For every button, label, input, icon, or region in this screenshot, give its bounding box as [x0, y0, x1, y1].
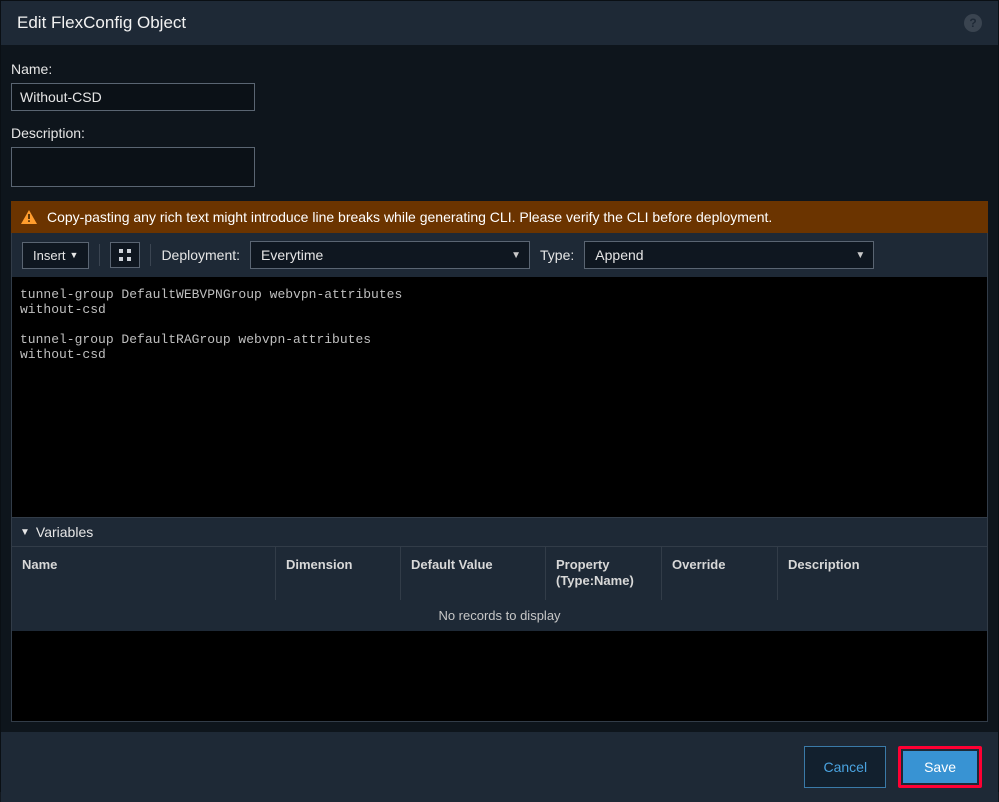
name-field-group: Name:: [11, 61, 988, 111]
cancel-button[interactable]: Cancel: [804, 746, 886, 788]
name-label: Name:: [11, 61, 988, 77]
type-label: Type:: [540, 247, 574, 263]
warning-icon: [21, 210, 37, 224]
expand-icon: [118, 248, 132, 262]
col-override: Override: [662, 547, 778, 600]
cli-editor[interactable]: tunnel-group DefaultWEBVPNGroup webvpn-a…: [11, 277, 988, 517]
toolbar-divider: [150, 244, 151, 266]
insert-button-label: Insert: [33, 248, 66, 263]
dialog-title-bar: Edit FlexConfig Object ?: [1, 1, 998, 45]
col-dimension: Dimension: [276, 547, 401, 600]
warning-bar: Copy-pasting any rich text might introdu…: [11, 201, 988, 233]
editor-toolbar: Insert ▼ Deployment: Everytime ▼ Type:: [11, 233, 988, 277]
variables-table-body: [12, 631, 987, 721]
deployment-select[interactable]: Everytime ▼: [250, 241, 530, 269]
help-icon[interactable]: ?: [964, 14, 982, 32]
col-default-value: Default Value: [401, 547, 546, 600]
save-button-highlight: Save: [898, 746, 982, 788]
col-description: Description: [778, 547, 987, 600]
description-label: Description:: [11, 125, 988, 141]
col-property: Property (Type:Name): [546, 547, 662, 600]
variables-table: Name Dimension Default Value Property (T…: [11, 546, 988, 722]
save-button[interactable]: Save: [903, 751, 977, 783]
warning-text: Copy-pasting any rich text might introdu…: [47, 209, 772, 225]
disclosure-triangle-icon: ▼: [20, 527, 30, 538]
expand-editor-button[interactable]: [110, 242, 140, 268]
toolbar-divider: [99, 244, 100, 266]
type-select[interactable]: Append ▼: [584, 241, 874, 269]
variables-section-title: Variables: [36, 524, 93, 540]
variables-section-header[interactable]: ▼ Variables: [11, 517, 988, 546]
caret-down-icon: ▼: [70, 250, 79, 260]
type-value: Append: [585, 247, 847, 263]
description-field-group: Description:: [11, 125, 988, 187]
deployment-value: Everytime: [251, 247, 503, 263]
name-input[interactable]: [11, 83, 255, 111]
deployment-label: Deployment:: [161, 247, 240, 263]
description-input[interactable]: [11, 147, 255, 187]
dialog-title: Edit FlexConfig Object: [17, 13, 186, 33]
caret-down-icon: ▼: [503, 250, 529, 261]
edit-flexconfig-dialog: Edit FlexConfig Object ? Name: Descripti…: [0, 0, 999, 792]
dialog-footer: Cancel Save: [1, 732, 998, 802]
caret-down-icon: ▼: [847, 250, 873, 261]
dialog-body: Name: Description: Copy-pasting any rich…: [1, 45, 998, 732]
col-name: Name: [12, 547, 276, 600]
insert-button[interactable]: Insert ▼: [22, 242, 89, 269]
variables-empty-message: No records to display: [12, 600, 987, 631]
variables-table-header: Name Dimension Default Value Property (T…: [12, 546, 987, 600]
